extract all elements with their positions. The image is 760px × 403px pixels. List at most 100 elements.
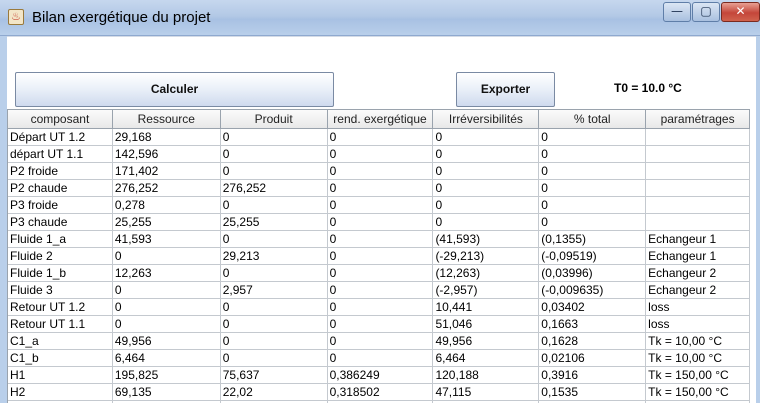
table-row[interactable]: Retour UT 1.1 0 0 0 51,046 0,1663 loss	[8, 316, 751, 333]
table-row[interactable]: P3 chaude 25,255 25,255 0 0 0	[8, 214, 751, 231]
cell-ressource[interactable]: 25,255	[112, 214, 221, 231]
cell-composant[interactable]: H1	[8, 367, 113, 384]
cell-irreversibilites[interactable]: 47,115	[433, 384, 540, 401]
cell-irreversibilites[interactable]: 10,441	[433, 299, 540, 316]
cell-composant[interactable]: Retour UT 1.2	[8, 299, 113, 316]
table-row[interactable]: Retour UT 1.2 0 0 0 10,441 0,03402 loss	[8, 299, 751, 316]
column-header-produit[interactable]: Produit	[220, 110, 328, 129]
column-header-irreversibilites[interactable]: Irréversibilités	[433, 110, 540, 129]
cell-parametrages[interactable]	[646, 163, 751, 180]
cell-pct-total[interactable]: 0,1663	[539, 316, 647, 333]
cell-ressource[interactable]: 0	[112, 316, 221, 333]
cell-composant[interactable]: Fluide 1_a	[8, 231, 113, 248]
cell-produit[interactable]: 0	[220, 231, 328, 248]
cell-pct-total[interactable]: 0	[539, 146, 647, 163]
cell-composant[interactable]: départ UT 1.1	[8, 146, 113, 163]
cell-composant[interactable]: P2 froide	[8, 163, 113, 180]
cell-irreversibilites[interactable]: 49,956	[433, 333, 540, 350]
cell-produit[interactable]: 0	[220, 163, 328, 180]
cell-irreversibilites[interactable]: 0	[433, 163, 540, 180]
cell-composant[interactable]: P2 chaude	[8, 180, 113, 197]
cell-irreversibilites[interactable]: 51,046	[433, 316, 540, 333]
cell-composant[interactable]: Fluide 2	[8, 248, 113, 265]
minimize-button[interactable]: —	[663, 2, 691, 22]
cell-produit[interactable]: 0	[220, 350, 328, 367]
cell-parametrages[interactable]: Echangeur 2	[646, 265, 751, 282]
table-row[interactable]: Fluide 3 0 2,957 0 (-2,957) (-0,009635) Echang…	[8, 282, 751, 299]
table-row[interactable]: H1 195,825 75,637 0,386249 120,188 0,3916 Tk =…	[8, 367, 751, 384]
cell-parametrages[interactable]: loss	[646, 316, 751, 333]
table-row[interactable]: Fluide 1_a 41,593 0 0 (41,593) (0,1355) Echang…	[8, 231, 751, 248]
cell-produit[interactable]: 29,213	[220, 248, 328, 265]
table-row[interactable]: C1_b 6,464 0 0 6,464 0,02106 Tk = 10,00 °C	[8, 350, 751, 367]
cell-pct-total[interactable]: 0	[539, 214, 647, 231]
cell-rendement[interactable]: 0	[327, 299, 434, 316]
cell-parametrages[interactable]: Echangeur 2	[646, 282, 751, 299]
cell-parametrages[interactable]: Echangeur 1	[646, 231, 751, 248]
cell-pct-total[interactable]: (-0,09519)	[539, 248, 647, 265]
cell-irreversibilites[interactable]: (-29,213)	[433, 248, 540, 265]
cell-irreversibilites[interactable]: 0	[433, 197, 540, 214]
cell-ressource[interactable]: 0	[112, 299, 221, 316]
cell-ressource[interactable]: 49,956	[112, 333, 221, 350]
cell-pct-total[interactable]: (0,03996)	[539, 265, 647, 282]
cell-parametrages[interactable]	[646, 129, 751, 146]
cell-produit[interactable]: 0	[220, 333, 328, 350]
cell-produit[interactable]: 0	[220, 197, 328, 214]
cell-composant[interactable]: Fluide 1_b	[8, 265, 113, 282]
cell-pct-total[interactable]: (0,1355)	[539, 231, 647, 248]
cell-irreversibilites[interactable]: 120,188	[433, 367, 540, 384]
cell-parametrages[interactable]: Tk = 10,00 °C	[646, 350, 751, 367]
cell-irreversibilites[interactable]: (12,263)	[433, 265, 540, 282]
cell-produit[interactable]: 0	[220, 299, 328, 316]
cell-produit[interactable]: 22,02	[220, 384, 328, 401]
cell-parametrages[interactable]	[646, 180, 751, 197]
cell-parametrages[interactable]: Tk = 150,00 °C	[646, 367, 751, 384]
cell-parametrages[interactable]: loss	[646, 299, 751, 316]
cell-irreversibilites[interactable]: 6,464	[433, 350, 540, 367]
cell-pct-total[interactable]: 0,02106	[539, 350, 647, 367]
column-header-pct-total[interactable]: % total	[539, 110, 647, 129]
cell-rendement[interactable]: 0,318502	[327, 384, 434, 401]
cell-rendement[interactable]: 0	[327, 231, 434, 248]
export-button[interactable]: Exporter	[456, 72, 555, 107]
cell-ressource[interactable]: 0	[112, 282, 221, 299]
cell-composant[interactable]: P3 froide	[8, 197, 113, 214]
column-header-composant[interactable]: composant	[8, 110, 113, 129]
cell-parametrages[interactable]	[646, 214, 751, 231]
cell-composant[interactable]: Fluide 3	[8, 282, 113, 299]
cell-ressource[interactable]: 0	[112, 248, 221, 265]
cell-irreversibilites[interactable]: 0	[433, 146, 540, 163]
cell-pct-total[interactable]: 0	[539, 180, 647, 197]
cell-rendement[interactable]: 0,386249	[327, 367, 434, 384]
cell-rendement[interactable]: 0	[327, 316, 434, 333]
cell-ressource[interactable]: 142,596	[112, 146, 221, 163]
cell-rendement[interactable]: 0	[327, 333, 434, 350]
cell-pct-total[interactable]: 0,3916	[539, 367, 647, 384]
cell-pct-total[interactable]: 0	[539, 197, 647, 214]
cell-parametrages[interactable]: Echangeur 1	[646, 248, 751, 265]
cell-pct-total[interactable]: 0	[539, 163, 647, 180]
column-header-parametrages[interactable]: paramétrages	[646, 110, 751, 129]
cell-ressource[interactable]: 69,135	[112, 384, 221, 401]
cell-rendement[interactable]: 0	[327, 265, 434, 282]
cell-irreversibilites[interactable]: 0	[433, 214, 540, 231]
cell-composant[interactable]: C1_b	[8, 350, 113, 367]
cell-ressource[interactable]: 41,593	[112, 231, 221, 248]
cell-rendement[interactable]: 0	[327, 214, 434, 231]
cell-composant[interactable]: Retour UT 1.1	[8, 316, 113, 333]
table-row[interactable]: départ UT 1.1 142,596 0 0 0 0	[8, 146, 751, 163]
cell-produit[interactable]: 0	[220, 316, 328, 333]
cell-irreversibilites[interactable]: (-2,957)	[433, 282, 540, 299]
close-button[interactable]: ✕	[721, 2, 760, 22]
cell-produit[interactable]: 25,255	[220, 214, 328, 231]
cell-parametrages[interactable]: Tk = 150,00 °C	[646, 384, 751, 401]
cell-parametrages[interactable]	[646, 146, 751, 163]
cell-produit[interactable]: 75,637	[220, 367, 328, 384]
table-row[interactable]: P3 froide 0,278 0 0 0 0	[8, 197, 751, 214]
cell-composant[interactable]: H2	[8, 384, 113, 401]
cell-produit[interactable]: 0	[220, 129, 328, 146]
cell-ressource[interactable]: 29,168	[112, 129, 221, 146]
table-row[interactable]: Départ UT 1.2 29,168 0 0 0 0	[8, 129, 751, 146]
cell-rendement[interactable]: 0	[327, 248, 434, 265]
